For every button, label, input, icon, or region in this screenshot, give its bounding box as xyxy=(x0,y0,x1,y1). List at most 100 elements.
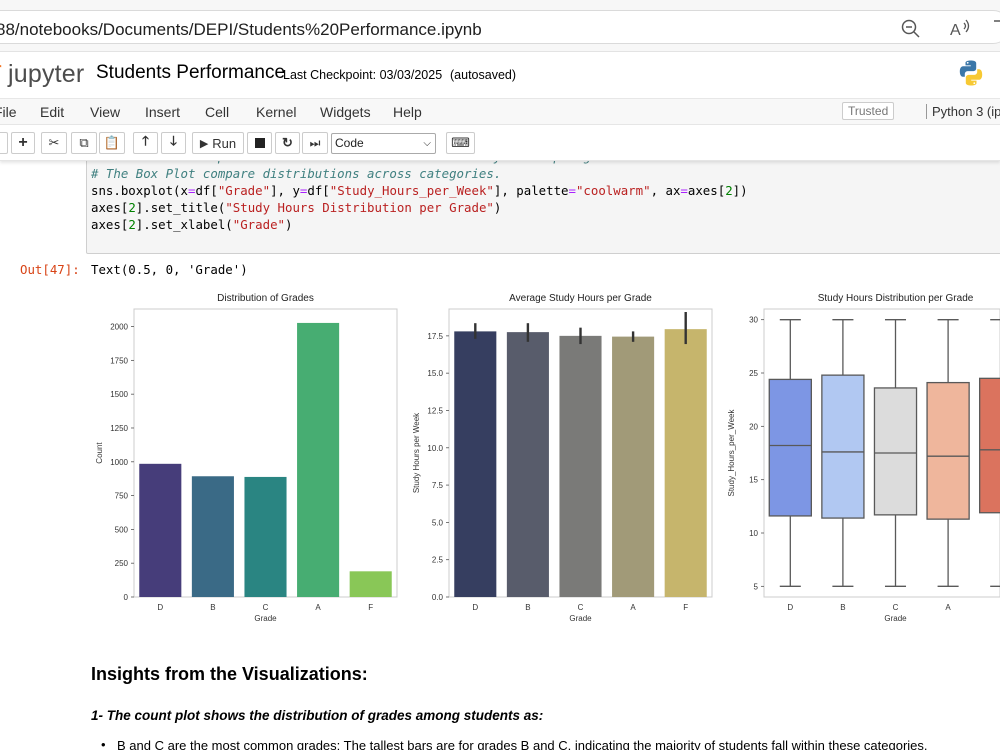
svg-text:A: A xyxy=(950,22,961,39)
y-tick-label: 0.0 xyxy=(432,593,444,602)
restart-icon: ↻ xyxy=(282,135,293,150)
y-tick-label: 15 xyxy=(749,476,758,485)
arrow-down-icon: 🡓 xyxy=(170,133,177,148)
chart-title-1: Distribution of Grades xyxy=(217,293,314,304)
x-tick-label: D xyxy=(157,603,163,612)
x-axis-label: Grade xyxy=(254,614,277,623)
menu-view[interactable]: View xyxy=(90,104,120,120)
markdown-subheading: 1- The count plot shows the distribution… xyxy=(91,708,544,723)
run-button[interactable]: ▶ Run xyxy=(192,132,244,154)
y-tick-label: 750 xyxy=(115,492,129,501)
bar xyxy=(297,322,340,597)
y-tick-label: 7.5 xyxy=(432,481,444,490)
last-checkpoint: Last Checkpoint: 03/03/2025 xyxy=(283,68,443,82)
menu-edit[interactable]: Edit xyxy=(40,104,64,120)
read-aloud-icon[interactable]: A xyxy=(948,17,972,41)
paste-icon: 📋 xyxy=(103,135,121,150)
keyboard-icon: ⌨ xyxy=(451,135,470,150)
play-icon: ▶ xyxy=(199,137,209,150)
y-tick-label: 2.5 xyxy=(432,556,444,565)
bar xyxy=(454,331,497,597)
y-tick-label: 1000 xyxy=(110,458,128,467)
box-body xyxy=(979,377,1000,514)
x-tick-label: D xyxy=(787,603,793,612)
plus-icon: + xyxy=(18,134,28,151)
box-body xyxy=(873,387,918,516)
move-up-button[interactable]: 🡑 xyxy=(133,132,158,154)
markdown-heading: Insights from the Visualizations: xyxy=(91,664,368,684)
stop-icon xyxy=(254,138,265,148)
x-tick-label: C xyxy=(263,603,269,612)
x-axis-label: Grade xyxy=(569,614,592,623)
menu-insert[interactable]: Insert xyxy=(145,104,180,120)
x-tick-label: A xyxy=(630,603,636,612)
y-axis-label: Study_Hours_per_Week xyxy=(727,408,736,496)
y-tick-label: 250 xyxy=(115,559,129,568)
kernel-indicator[interactable]: Python 3 (ipykernel) xyxy=(926,104,1000,119)
chevron-down-icon: ⌵ xyxy=(423,138,431,149)
menu-file[interactable]: File xyxy=(0,104,17,120)
menu-help[interactable]: Help xyxy=(393,104,422,120)
markdown-bullet: B and C are the most common grades: The … xyxy=(117,738,928,750)
code-cell-input[interactable]: # We use the Box plot to show the Distri… xyxy=(86,150,1000,254)
code-line-comment-2: # The Box Plot compare distributions acr… xyxy=(91,166,502,181)
command-palette-button[interactable]: ⌨ xyxy=(446,132,475,154)
y-tick-label: 10 xyxy=(749,529,758,538)
code-line-set-xlabel: axes[2].set_xlabel("Grade") xyxy=(91,217,293,232)
x-tick-label: A xyxy=(315,603,321,612)
output-text: Text(0.5, 0, 'Grade') xyxy=(91,262,248,277)
scissors-icon: ✂ xyxy=(48,135,60,150)
move-down-button[interactable]: 🡓 xyxy=(161,132,186,154)
x-tick-label: F xyxy=(683,603,688,612)
output-prompt: Out[47]: xyxy=(20,262,80,277)
bar xyxy=(559,335,602,597)
y-tick-label: 2000 xyxy=(110,323,128,332)
cell-type-value: Code xyxy=(335,136,364,150)
y-tick-label: 25 xyxy=(749,369,758,378)
paste-button[interactable]: 📋 xyxy=(99,132,125,154)
y-tick-label: 17.5 xyxy=(427,332,443,341)
notebook-title[interactable]: Students Performance xyxy=(96,62,285,84)
favorites-icon[interactable] xyxy=(992,17,1000,41)
save-button[interactable] xyxy=(0,132,8,154)
y-tick-label: 0 xyxy=(124,593,129,602)
copy-button[interactable]: ⧉ xyxy=(71,132,97,154)
y-tick-label: 1250 xyxy=(110,424,128,433)
bar xyxy=(664,329,707,597)
output-figure: Distribution of Grades 0 250 500 750 1000 1250… xyxy=(95,293,1000,623)
menu-cell[interactable]: Cell xyxy=(205,104,229,120)
notebook-header: ʃ jupyter Students Performance Last Chec… xyxy=(0,52,1000,98)
y-tick-label: 1750 xyxy=(110,356,128,365)
y-tick-label: 12.5 xyxy=(427,406,443,415)
url-text[interactable]: 88/notebooks/Documents/DEPI/Students%20P… xyxy=(0,20,482,40)
zoom-out-icon[interactable] xyxy=(899,17,923,41)
x-tick-label: F xyxy=(368,603,373,612)
y-tick-label: 5.0 xyxy=(432,518,444,527)
y-tick-label: 5 xyxy=(754,582,759,591)
menu-kernel[interactable]: Kernel xyxy=(256,104,296,120)
code-line-boxplot: sns.boxplot(x=df["Grade"], y=df["Study_H… xyxy=(91,183,748,198)
bar xyxy=(506,332,549,597)
interrupt-button[interactable] xyxy=(247,132,272,154)
restart-run-all-button[interactable]: ⏭ xyxy=(302,132,328,154)
bar xyxy=(612,336,655,597)
chart-title-3: Study Hours Distribution per Grade xyxy=(818,293,974,304)
arrow-up-icon: 🡑 xyxy=(142,133,149,148)
code-line-set-title: axes[2].set_title("Study Hours Distribut… xyxy=(91,200,502,215)
x-tick-label: C xyxy=(893,603,899,612)
restart-button[interactable]: ↻ xyxy=(275,132,300,154)
x-tick-label: A xyxy=(945,603,951,612)
y-tick-label: 30 xyxy=(749,316,758,325)
notebook-toolbar: + ✂ ⧉ 📋 🡑 🡓 ▶ Run ↻ ⏭ Code ⌵ ⌨ xyxy=(0,125,1000,161)
cell-type-select[interactable]: Code ⌵ xyxy=(331,133,436,154)
jupyter-logo[interactable]: jupyter xyxy=(8,60,84,89)
autosave-status: (autosaved) xyxy=(450,68,517,82)
cut-button[interactable]: ✂ xyxy=(41,132,67,154)
y-tick-label: 10.0 xyxy=(427,444,443,453)
x-axis-label: Grade xyxy=(884,614,907,623)
trusted-indicator[interactable]: Trusted xyxy=(842,102,895,120)
menu-widgets[interactable]: Widgets xyxy=(320,104,371,120)
insert-cell-button[interactable]: + xyxy=(11,132,35,154)
y-axis-label: Study Hours per Week xyxy=(412,412,421,493)
bar xyxy=(244,476,287,597)
